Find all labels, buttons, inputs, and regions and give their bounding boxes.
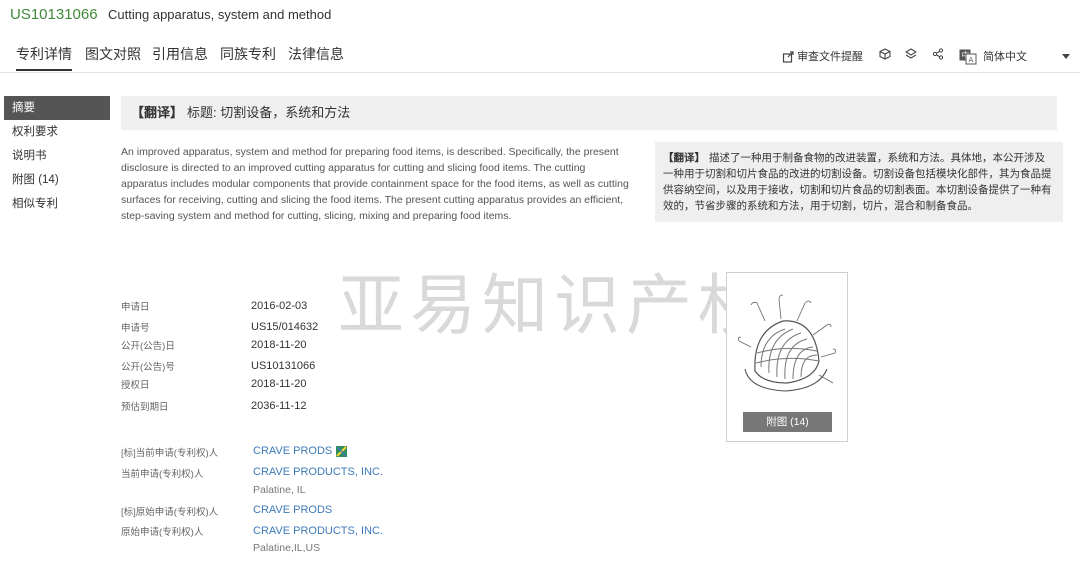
original-applicant-label: 原始申请(专利权)人 <box>121 527 204 538</box>
abstract-translation-tag: 【翻译】 <box>663 152 705 164</box>
sidebar-item-claims[interactable]: 权利要求 <box>4 120 110 144</box>
app-date-label: 申请日 <box>121 302 150 313</box>
section-sidebar: 摘要 权利要求 说明书 附图 (14) 相似专利 <box>4 96 110 216</box>
applicant-flag-icon <box>336 445 348 457</box>
std-original-applicant-label: [标]原始申请(专利权)人 <box>121 507 219 518</box>
publication-number: US10131066 <box>10 6 98 23</box>
std-current-applicant-link[interactable]: CRAVE PRODS <box>253 445 348 457</box>
current-applicant-value[interactable]: CRAVE PRODUCTS, INC. <box>253 466 383 478</box>
expiry-label: 预估到期日 <box>121 402 169 413</box>
sidebar-item-description[interactable]: 说明书 <box>4 144 110 168</box>
grant-date-value: 2018-11-20 <box>251 378 307 390</box>
language-selector[interactable]: 中A 简体中文 <box>959 48 1071 65</box>
tab-family[interactable]: 同族专利 <box>220 44 276 69</box>
app-date-value: 2016-02-03 <box>251 300 308 312</box>
layers-button[interactable] <box>904 48 918 60</box>
share-button[interactable] <box>932 48 944 60</box>
sidebar-item-abstract[interactable]: 摘要 <box>4 96 110 120</box>
app-no-value: US15/014632 <box>251 321 319 333</box>
abstract-chinese: 描述了一种用于制备食物的改进装置，系统和方法。具体地，本公开涉及一种用于切割和切… <box>663 152 1052 212</box>
grant-date-label: 授权日 <box>121 380 150 391</box>
tab-legal[interactable]: 法律信息 <box>288 44 344 69</box>
translated-title: 标题: 切割设备，系统和方法 <box>187 105 351 120</box>
translate-icon: 中A <box>959 49 977 65</box>
translation-tag: 【翻译】 <box>131 105 184 120</box>
current-applicant-location: Palatine, IL <box>253 484 306 496</box>
pub-no-value: US10131066 <box>251 360 316 372</box>
review-reminder-label: 审查文件提醒 <box>797 51 864 63</box>
expiry-value: 2036-11-12 <box>251 400 307 412</box>
translated-title-bar: 【翻译】 标题: 切割设备，系统和方法 <box>121 96 1057 130</box>
figures-button[interactable]: 附图 (14) <box>743 412 832 432</box>
tab-patent-details[interactable]: 专利详情 <box>16 44 72 71</box>
app-no-label: 申请号 <box>121 323 150 334</box>
cube-icon <box>879 48 891 60</box>
pub-date-value: 2018-11-20 <box>251 339 307 351</box>
original-applicant-location: Palatine,IL,US <box>253 542 321 554</box>
patent-title-row: US10131066 Cutting apparatus, system and… <box>10 6 331 26</box>
chevron-down-icon <box>1062 54 1071 60</box>
std-original-applicant-value[interactable]: CRAVE PRODS <box>253 504 332 516</box>
svg-text:A: A <box>969 56 974 64</box>
cutting-apparatus-drawing <box>737 294 837 392</box>
export-icon <box>782 51 794 63</box>
pub-no-label: 公开(公告)号 <box>121 362 175 373</box>
tab-text-figure[interactable]: 图文对照 <box>85 44 141 69</box>
share-icon <box>932 48 944 60</box>
sidebar-item-similar[interactable]: 相似专利 <box>4 192 110 216</box>
layers-icon <box>904 48 918 59</box>
tab-citations[interactable]: 引用信息 <box>152 44 208 69</box>
std-current-applicant-value: CRAVE PRODS <box>253 445 333 457</box>
watermark: 亚易知识产权 <box>338 267 770 344</box>
abstract-english: An improved apparatus, system and method… <box>121 146 629 222</box>
patent-title: Cutting apparatus, system and method <box>108 7 332 22</box>
current-applicant-label: 当前申请(专利权)人 <box>121 469 204 480</box>
figure-thumbnail[interactable]: 附图 (14) <box>726 272 848 442</box>
review-reminder-button[interactable]: 审查文件提醒 <box>782 48 863 64</box>
original-applicant-value[interactable]: CRAVE PRODUCTS, INC. <box>253 525 383 537</box>
std-current-applicant-label: [标]当前申请(专利权)人 <box>121 448 219 459</box>
cube-button[interactable] <box>879 48 891 60</box>
abstract-chinese-box: 【翻译】 描述了一种用于制备食物的改进装置，系统和方法。具体地，本公开涉及一种用于… <box>655 142 1063 222</box>
tabs-divider <box>0 72 1080 73</box>
sidebar-item-figures[interactable]: 附图 (14) <box>4 168 110 192</box>
pub-date-label: 公开(公告)日 <box>121 341 175 352</box>
language-label: 简体中文 <box>983 51 1028 63</box>
